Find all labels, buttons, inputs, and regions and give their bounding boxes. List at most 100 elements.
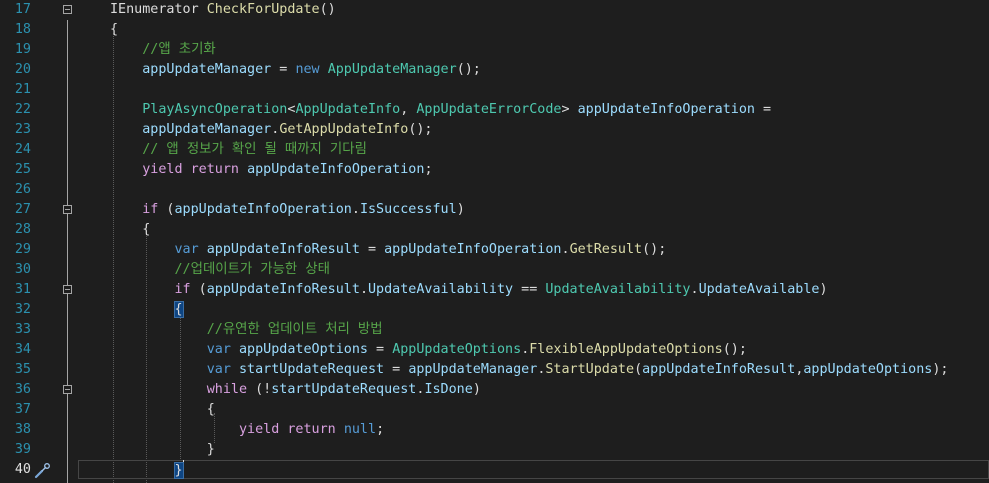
code-line[interactable]: 18 { — [0, 20, 989, 40]
quick-action-screwdriver-icon[interactable] — [33, 462, 51, 480]
code-token: (); — [456, 62, 481, 77]
code-line[interactable]: 28 { — [0, 220, 989, 240]
code-text: var appUpdateInfoResult = appUpdateInfoO… — [110, 240, 667, 260]
code-line[interactable]: 23 appUpdateManager.GetAppUpdateInfo(); — [0, 120, 989, 140]
code-line[interactable]: 32 { — [0, 300, 989, 320]
code-line[interactable]: 35 var startUpdateRequest = appUpdateMan… — [0, 360, 989, 380]
code-line[interactable]: 25 yield return appUpdateInfoOperation; — [0, 160, 989, 180]
code-token: IEnumerator — [110, 2, 207, 17]
code-line[interactable]: 22 PlayAsyncOperation<AppUpdateInfo, App… — [0, 100, 989, 120]
code-token: var — [206, 342, 231, 357]
collapse-toggle-icon[interactable] — [63, 205, 72, 214]
code-editor[interactable]: 17 IEnumerator CheckForUpdate() 18{19 //앱 … — [0, 0, 989, 483]
code-token: = — [384, 362, 409, 377]
code-token: appUpdateInfoResult — [206, 282, 360, 297]
code-line[interactable]: 38 yield return null; — [0, 420, 989, 440]
text-cursor — [182, 460, 184, 477]
line-number: 24 — [14, 142, 31, 157]
line-number: 22 — [14, 102, 31, 117]
line-number: 20 — [14, 62, 31, 77]
code-line[interactable]: 31 if (appUpdateInfoResult.UpdateAvailab… — [0, 280, 989, 300]
code-line[interactable]: 30 //업데이트가 가능한 상태 — [0, 260, 989, 280]
code-line[interactable]: 26 — [0, 180, 989, 200]
code-line[interactable]: 20 appUpdateManager = new AppUpdateManag… — [0, 60, 989, 80]
code-token: PlayAsyncOperation — [142, 102, 288, 117]
line-number: 37 — [14, 402, 31, 417]
code-text: var appUpdateOptions = AppUpdateOptions.… — [110, 340, 747, 360]
code-token: == — [513, 282, 546, 297]
code-token: ) — [472, 382, 481, 397]
code-text: { — [110, 220, 150, 240]
code-text: appUpdateManager = new AppUpdateManager(… — [110, 60, 481, 80]
code-line[interactable]: 36 while (!startUpdateRequest.IsDone) — [0, 380, 989, 400]
code-line[interactable]: 27 if (appUpdateInfoOperation.IsSuccessf… — [0, 200, 989, 220]
code-text: var startUpdateRequest = appUpdateManage… — [110, 360, 949, 380]
line-number: 39 — [14, 442, 31, 457]
code-line[interactable]: 34 var appUpdateOptions = AppUpdateOptio… — [0, 340, 989, 360]
code-token: appUpdateInfoResult — [206, 242, 360, 257]
code-token: FlexibleAppUpdateOptions — [529, 342, 723, 357]
collapse-toggle-icon[interactable] — [63, 285, 72, 294]
code-token: IsDone — [424, 382, 473, 397]
code-token: yield return — [142, 162, 239, 177]
code-token: appUpdateManager — [142, 62, 272, 77]
code-token: appUpdateInfoOperation — [247, 162, 425, 177]
code-token: //유연한 업데이트 처리 방법 — [110, 322, 383, 337]
code-token: CheckForUpdate — [206, 2, 320, 17]
code-line[interactable]: 40 } — [0, 460, 989, 480]
code-token: (); — [408, 122, 433, 137]
line-number: 38 — [14, 422, 31, 437]
code-line[interactable]: 37 { — [0, 400, 989, 420]
code-line[interactable]: 24 // 앱 정보가 확인 될 때까지 기다림 — [0, 140, 989, 160]
line-number: 26 — [14, 182, 31, 197]
code-token: //앱 초기화 — [110, 42, 216, 57]
code-token: = — [368, 342, 393, 357]
code-token: //업데이트가 가능한 상태 — [110, 262, 330, 277]
code-token: ; — [424, 162, 433, 177]
code-line[interactable]: 39 } — [0, 440, 989, 460]
code-token: } — [173, 462, 184, 479]
code-token: appUpdateOptions — [803, 362, 933, 377]
line-number: 28 — [14, 222, 31, 237]
code-token: UpdateAvailable — [698, 282, 820, 297]
code-token: = — [271, 62, 296, 77]
line-number: 31 — [14, 282, 31, 297]
code-line[interactable]: 19 //앱 초기화 — [0, 40, 989, 60]
code-line[interactable]: 21 — [0, 80, 989, 100]
code-token: { — [110, 222, 151, 237]
line-number: 25 — [14, 162, 31, 177]
code-line[interactable]: 33 //유연한 업데이트 처리 방법 — [0, 320, 989, 340]
code-text: // 앱 정보가 확인 될 때까지 기다림 — [110, 140, 367, 160]
code-token: . — [351, 202, 360, 217]
code-token: ( — [634, 362, 643, 377]
line-number: 23 — [14, 122, 31, 137]
code-token: . — [561, 242, 570, 257]
line-number: 36 — [14, 382, 31, 397]
code-token: appUpdateManager — [408, 362, 538, 377]
code-token: startUpdateRequest — [239, 362, 385, 377]
collapse-toggle-icon[interactable] — [63, 5, 72, 14]
code-token: // 앱 정보가 확인 될 때까지 기다림 — [110, 142, 367, 157]
code-token: GetResult — [569, 242, 643, 257]
code-line[interactable]: 17 IEnumerator CheckForUpdate() — [0, 0, 989, 20]
code-token: ( — [190, 282, 207, 297]
line-number: 29 — [14, 242, 31, 257]
collapse-toggle-icon[interactable] — [63, 385, 72, 394]
code-text: //업데이트가 가능한 상태 — [110, 260, 330, 280]
code-token: GetAppUpdateInfo — [279, 122, 409, 137]
code-token: if — [142, 202, 159, 217]
code-line[interactable]: 29 var appUpdateInfoResult = appUpdateIn… — [0, 240, 989, 260]
code-token: yield return — [239, 422, 336, 437]
code-token: AppUpdateInfo — [295, 102, 401, 117]
